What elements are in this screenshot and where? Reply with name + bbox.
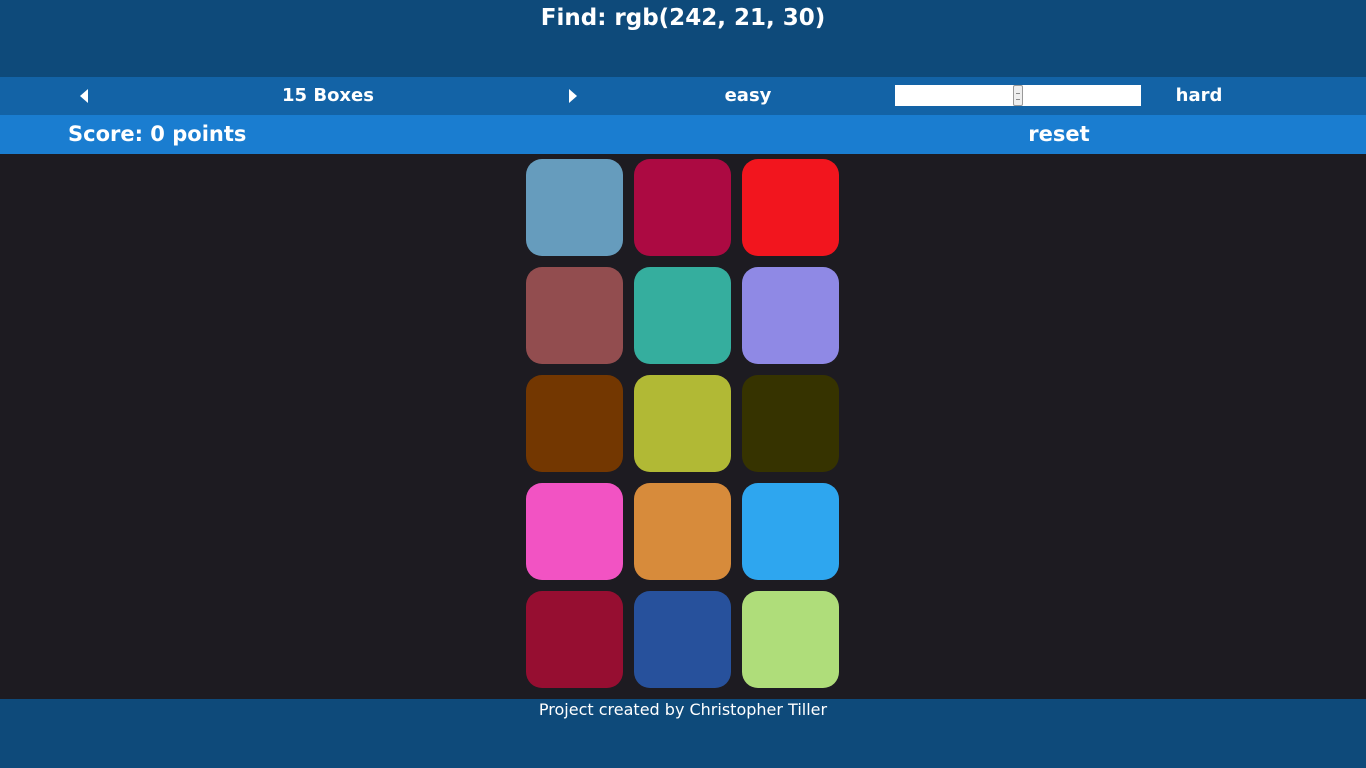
target-color-title: Find: rgb(242, 21, 30) [540, 5, 826, 31]
header: Find: rgb(242, 21, 30) [0, 0, 1366, 77]
color-box[interactable] [742, 159, 839, 256]
color-box[interactable] [634, 591, 731, 688]
difficulty-slider-handle[interactable] [1013, 85, 1023, 106]
triangle-right-icon[interactable] [566, 88, 580, 104]
color-box[interactable] [742, 591, 839, 688]
color-box[interactable] [526, 591, 623, 688]
score-label: Score: 0 points [68, 122, 247, 146]
color-box-grid [526, 159, 840, 690]
controls-bar: 15 Boxes easy hard [0, 77, 1366, 115]
triangle-left-icon[interactable] [77, 88, 91, 104]
footer-credit: Project created by Christopher Tiller [538, 700, 828, 719]
color-box[interactable] [526, 375, 623, 472]
color-box[interactable] [526, 267, 623, 364]
easy-label: easy [724, 85, 772, 106]
box-count-label: 15 Boxes [282, 85, 374, 106]
color-box[interactable] [742, 267, 839, 364]
hard-label: hard [1175, 85, 1223, 106]
color-box[interactable] [634, 483, 731, 580]
color-box[interactable] [526, 483, 623, 580]
reset-button[interactable]: reset [1020, 115, 1098, 154]
color-box[interactable] [634, 375, 731, 472]
color-box[interactable] [634, 267, 731, 364]
color-box[interactable] [526, 159, 623, 256]
score-bar: Score: 0 points reset [0, 115, 1366, 154]
footer: Project created by Christopher Tiller [0, 699, 1366, 768]
color-box[interactable] [742, 483, 839, 580]
color-box[interactable] [634, 159, 731, 256]
difficulty-slider[interactable] [895, 85, 1141, 106]
color-box[interactable] [742, 375, 839, 472]
